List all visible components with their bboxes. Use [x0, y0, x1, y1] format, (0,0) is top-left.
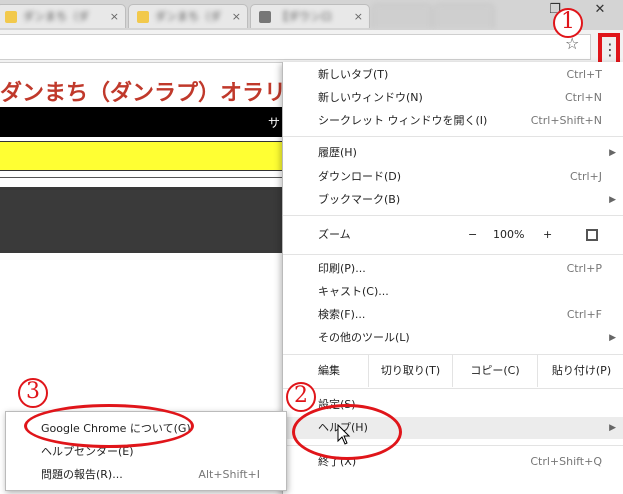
menu-item-find[interactable]: 検索(F)... Ctrl+F — [283, 304, 623, 326]
menu-item-shortcut: Ctrl+F — [566, 308, 602, 321]
browser-tab[interactable]: ダンまち（ダ × — [128, 4, 248, 28]
menu-item-shortcut: Ctrl+T — [566, 68, 602, 81]
menu-separator — [283, 388, 623, 389]
menu-item-label: 検索(F)... — [318, 308, 366, 321]
step-1-marker: 1 — [553, 8, 583, 38]
close-window-icon[interactable]: ✕ — [590, 2, 610, 17]
menu-item-incognito[interactable]: シークレット ウィンドウを開く(I) Ctrl+Shift+N — [283, 110, 623, 132]
submenu-item-label: 問題の報告(R)... — [41, 468, 123, 481]
menu-item-new-tab[interactable]: 新しいタブ(T) Ctrl+T — [283, 64, 623, 86]
menu-item-new-window[interactable]: 新しいウィンドウ(N) Ctrl+N — [283, 87, 623, 109]
site-yellow-bar — [0, 141, 300, 171]
browser-toolbar: ☆ — [0, 30, 623, 63]
menu-item-label: ダウンロード(D) — [318, 170, 402, 183]
browser-tab[interactable] — [434, 4, 494, 28]
submenu-item-report-issue[interactable]: 問題の報告(R)... Alt+Shift+I — [6, 464, 286, 486]
tab-close-icon[interactable]: × — [232, 5, 241, 28]
divider — [0, 177, 300, 178]
edit-label: 編集 — [318, 364, 340, 377]
submenu-arrow-icon: ▶ — [609, 333, 616, 343]
highlight-ring-about — [24, 404, 194, 448]
menu-item-shortcut: Ctrl+Shift+Q — [530, 455, 602, 468]
zoom-level: 100% — [493, 228, 525, 241]
menu-item-downloads[interactable]: ダウンロード(D) Ctrl+J — [283, 166, 623, 188]
tab-close-icon[interactable]: × — [110, 5, 119, 28]
menu-item-more-tools[interactable]: その他のツール(L) ▶ — [283, 327, 623, 349]
step-2-marker: 2 — [286, 382, 316, 412]
menu-item-cast[interactable]: キャスト(C)... — [283, 281, 623, 303]
mouse-cursor-icon — [337, 424, 351, 445]
site-nav-bar: サ — [0, 107, 300, 137]
tab-close-icon[interactable]: × — [354, 5, 363, 28]
zoom-in-button[interactable]: + — [543, 224, 552, 246]
address-bar[interactable] — [0, 34, 591, 60]
submenu-arrow-icon: ▶ — [609, 195, 616, 205]
tab-title: 【ダウンロ — [277, 10, 332, 23]
submenu-arrow-icon: ▶ — [609, 423, 616, 433]
tab-strip: ダンまち（ダ × ダンまち（ダ × 【ダウンロ × ❐ ✕ — [0, 0, 623, 30]
favicon-icon — [137, 11, 149, 23]
zoom-label: ズーム — [318, 228, 351, 241]
menu-item-label: 印刷(P)... — [318, 262, 366, 275]
cut-button[interactable]: 切り取り(T) — [368, 355, 452, 387]
menu-item-shortcut: Ctrl+P — [566, 262, 602, 275]
menu-item-label: シークレット ウィンドウを開く(I) — [318, 114, 488, 127]
fullscreen-icon[interactable] — [586, 229, 598, 241]
favicon-icon — [5, 11, 17, 23]
page-title: ダンまち（ダンラプ）オラリオ — [0, 81, 309, 106]
menu-item-shortcut: Ctrl+J — [569, 170, 602, 183]
menu-item-bookmarks[interactable]: ブックマーク(B) ▶ — [283, 189, 623, 211]
menu-item-shortcut: Ctrl+Shift+N — [530, 114, 602, 127]
nav-bar-text[interactable]: サ — [268, 114, 280, 131]
browser-tab[interactable]: 【ダウンロ × — [250, 4, 370, 28]
menu-item-label: その他のツール(L) — [318, 331, 410, 344]
site-dark-banner — [0, 187, 300, 253]
tab-title: ダンまち（ダ — [23, 10, 89, 23]
menu-item-history[interactable]: 履歴(H) ▶ — [283, 142, 623, 164]
menu-separator — [283, 215, 623, 216]
copy-button[interactable]: コピー(C) — [452, 355, 537, 387]
menu-edit-row: 編集 切り取り(T) コピー(C) 貼り付け(P) — [283, 355, 623, 387]
favicon-icon — [259, 11, 271, 23]
submenu-item-shortcut: Alt+Shift+I — [198, 468, 260, 481]
browser-tab[interactable] — [372, 4, 432, 28]
menu-separator — [283, 136, 623, 137]
menu-item-label: 新しいタブ(T) — [318, 68, 389, 81]
submenu-arrow-icon: ▶ — [609, 148, 616, 158]
paste-button[interactable]: 貼り付け(P) — [537, 355, 623, 387]
menu-zoom-row: ズーム − 100% + — [283, 224, 623, 246]
step-3-marker: 3 — [18, 378, 48, 408]
menu-item-print[interactable]: 印刷(P)... Ctrl+P — [283, 258, 623, 280]
browser-tab[interactable]: ダンまち（ダ × — [0, 4, 126, 28]
zoom-out-button[interactable]: − — [468, 224, 477, 246]
tab-title: ダンまち（ダ — [155, 10, 221, 23]
menu-item-label: 新しいウィンドウ(N) — [318, 91, 423, 104]
menu-item-label: ブックマーク(B) — [318, 193, 401, 206]
menu-item-label: 履歴(H) — [318, 146, 357, 159]
menu-item-label: キャスト(C)... — [318, 285, 389, 298]
menu-item-shortcut: Ctrl+N — [564, 91, 602, 104]
menu-separator — [283, 254, 623, 255]
